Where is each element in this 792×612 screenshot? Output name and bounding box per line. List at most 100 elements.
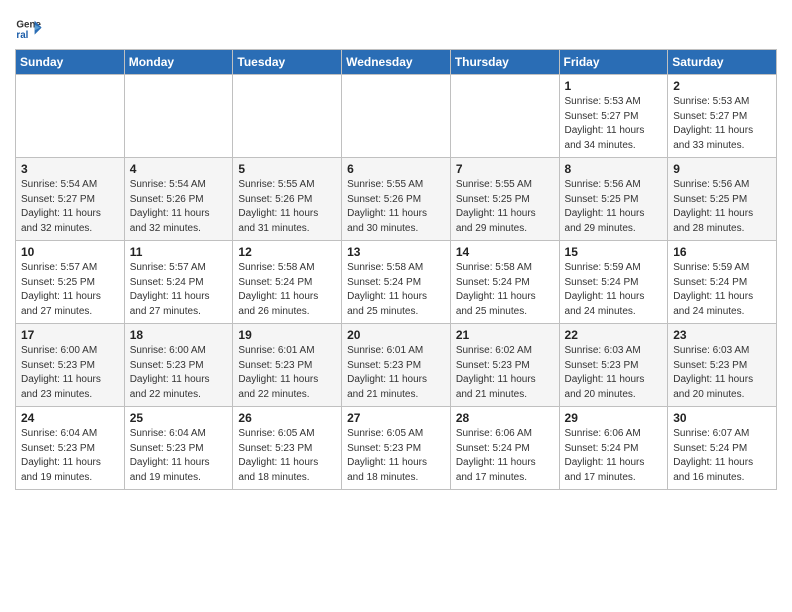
day-info: Sunrise: 5:59 AM Sunset: 5:24 PM Dayligh… (673, 261, 771, 319)
day-info: Sunrise: 6:02 AM Sunset: 5:23 PM Dayligh… (456, 344, 554, 402)
day-number: 27 (347, 411, 445, 425)
day-number: 7 (456, 162, 554, 176)
day-number: 24 (21, 411, 119, 425)
calendar-cell: 15 Sunrise: 5:59 AM Sunset: 5:24 PM Dayli… (559, 241, 668, 324)
day-number: 21 (456, 328, 554, 342)
day-header-tuesday: Tuesday (233, 50, 342, 75)
calendar-cell: 23 Sunrise: 6:03 AM Sunset: 5:23 PM Dayli… (668, 324, 777, 407)
day-info: Sunrise: 6:03 AM Sunset: 5:23 PM Dayligh… (673, 344, 771, 402)
calendar-cell: 20 Sunrise: 6:01 AM Sunset: 5:23 PM Dayli… (342, 324, 451, 407)
calendar-cell (342, 75, 451, 158)
calendar-cell: 5 Sunrise: 5:55 AM Sunset: 5:26 PM Daylig… (233, 158, 342, 241)
day-header-monday: Monday (124, 50, 233, 75)
day-info: Sunrise: 6:01 AM Sunset: 5:23 PM Dayligh… (238, 344, 336, 402)
day-info: Sunrise: 6:04 AM Sunset: 5:23 PM Dayligh… (130, 427, 228, 485)
calendar-cell: 22 Sunrise: 6:03 AM Sunset: 5:23 PM Dayli… (559, 324, 668, 407)
day-header-thursday: Thursday (450, 50, 559, 75)
calendar-cell (124, 75, 233, 158)
day-info: Sunrise: 6:01 AM Sunset: 5:23 PM Dayligh… (347, 344, 445, 402)
day-number: 19 (238, 328, 336, 342)
day-number: 25 (130, 411, 228, 425)
day-number: 13 (347, 245, 445, 259)
week-row-4: 17 Sunrise: 6:00 AM Sunset: 5:23 PM Dayli… (16, 324, 777, 407)
day-number: 16 (673, 245, 771, 259)
day-number: 5 (238, 162, 336, 176)
day-number: 22 (565, 328, 663, 342)
day-number: 14 (456, 245, 554, 259)
calendar-cell: 24Sunrise: 6:04 AM Sunset: 5:23 PM Dayli… (16, 407, 125, 490)
day-number: 4 (130, 162, 228, 176)
day-header-sunday: Sunday (16, 50, 125, 75)
day-info: Sunrise: 6:00 AM Sunset: 5:23 PM Dayligh… (21, 344, 119, 402)
day-number: 17 (21, 328, 119, 342)
svg-text:ral: ral (16, 30, 28, 41)
day-number: 26 (238, 411, 336, 425)
calendar-cell: 1 Sunrise: 5:53 AM Sunset: 5:27 PM Daylig… (559, 75, 668, 158)
logo: Gene ral (15, 15, 47, 43)
calendar-table: SundayMondayTuesdayWednesdayThursdayFrid… (15, 49, 777, 490)
day-number: 9 (673, 162, 771, 176)
day-number: 18 (130, 328, 228, 342)
day-info: Sunrise: 5:58 AM Sunset: 5:24 PM Dayligh… (347, 261, 445, 319)
day-info: Sunrise: 6:03 AM Sunset: 5:23 PM Dayligh… (565, 344, 663, 402)
logo-icon: Gene ral (15, 15, 43, 43)
day-info: Sunrise: 6:06 AM Sunset: 5:24 PM Dayligh… (456, 427, 554, 485)
calendar-cell: 26 Sunrise: 6:05 AM Sunset: 5:23 PM Dayli… (233, 407, 342, 490)
calendar-cell: 3 Sunrise: 5:54 AM Sunset: 5:27 PM Daylig… (16, 158, 125, 241)
day-number: 8 (565, 162, 663, 176)
calendar-cell: 13 Sunrise: 5:58 AM Sunset: 5:24 PM Dayli… (342, 241, 451, 324)
day-info: Sunrise: 6:07 AM Sunset: 5:24 PM Dayligh… (673, 427, 771, 485)
calendar-cell (16, 75, 125, 158)
day-info: Sunrise: 5:55 AM Sunset: 5:26 PM Dayligh… (238, 178, 336, 236)
calendar-cell: 18 Sunrise: 6:00 AM Sunset: 5:23 PM Dayli… (124, 324, 233, 407)
day-number: 10 (21, 245, 119, 259)
day-info: Sunrise: 5:54 AM Sunset: 5:27 PM Dayligh… (21, 178, 119, 236)
calendar-cell: 6 Sunrise: 5:55 AM Sunset: 5:26 PM Daylig… (342, 158, 451, 241)
day-info: Sunrise: 6:05 AM Sunset: 5:23 PM Dayligh… (347, 427, 445, 485)
day-info: Sunrise: 5:53 AM Sunset: 5:27 PM Dayligh… (565, 95, 663, 153)
calendar-cell: 8 Sunrise: 5:56 AM Sunset: 5:25 PM Daylig… (559, 158, 668, 241)
calendar-cell: 29 Sunrise: 6:06 AM Sunset: 5:24 PM Dayli… (559, 407, 668, 490)
day-number: 20 (347, 328, 445, 342)
day-number: 28 (456, 411, 554, 425)
page: Gene ral SundayMondayTuesdayWednesdayThu… (0, 0, 792, 500)
calendar-cell: 11Sunrise: 5:57 AM Sunset: 5:24 PM Dayli… (124, 241, 233, 324)
day-info: Sunrise: 5:54 AM Sunset: 5:26 PM Dayligh… (130, 178, 228, 236)
day-info: Sunrise: 6:00 AM Sunset: 5:23 PM Dayligh… (130, 344, 228, 402)
week-row-2: 3 Sunrise: 5:54 AM Sunset: 5:27 PM Daylig… (16, 158, 777, 241)
day-number: 12 (238, 245, 336, 259)
calendar-cell: 14Sunrise: 5:58 AM Sunset: 5:24 PM Dayli… (450, 241, 559, 324)
calendar-cell: 28 Sunrise: 6:06 AM Sunset: 5:24 PM Dayli… (450, 407, 559, 490)
calendar-cell: 16 Sunrise: 5:59 AM Sunset: 5:24 PM Dayli… (668, 241, 777, 324)
day-info: Sunrise: 5:59 AM Sunset: 5:24 PM Dayligh… (565, 261, 663, 319)
week-row-3: 10 Sunrise: 5:57 AM Sunset: 5:25 PM Dayli… (16, 241, 777, 324)
week-row-1: 1 Sunrise: 5:53 AM Sunset: 5:27 PM Daylig… (16, 75, 777, 158)
day-header-wednesday: Wednesday (342, 50, 451, 75)
calendar-cell: 25 Sunrise: 6:04 AM Sunset: 5:23 PM Dayli… (124, 407, 233, 490)
day-number: 1 (565, 79, 663, 93)
header: Gene ral (15, 10, 777, 43)
day-info: Sunrise: 5:55 AM Sunset: 5:25 PM Dayligh… (456, 178, 554, 236)
day-info: Sunrise: 5:53 AM Sunset: 5:27 PM Dayligh… (673, 95, 771, 153)
day-info: Sunrise: 5:56 AM Sunset: 5:25 PM Dayligh… (565, 178, 663, 236)
calendar-cell (450, 75, 559, 158)
day-info: Sunrise: 6:06 AM Sunset: 5:24 PM Dayligh… (565, 427, 663, 485)
day-info: Sunrise: 5:55 AM Sunset: 5:26 PM Dayligh… (347, 178, 445, 236)
day-number: 15 (565, 245, 663, 259)
day-info: Sunrise: 5:56 AM Sunset: 5:25 PM Dayligh… (673, 178, 771, 236)
day-info: Sunrise: 6:05 AM Sunset: 5:23 PM Dayligh… (238, 427, 336, 485)
day-number: 29 (565, 411, 663, 425)
calendar-cell: 2 Sunrise: 5:53 AM Sunset: 5:27 PM Daylig… (668, 75, 777, 158)
day-number: 2 (673, 79, 771, 93)
day-header-friday: Friday (559, 50, 668, 75)
day-number: 6 (347, 162, 445, 176)
calendar-cell: 27 Sunrise: 6:05 AM Sunset: 5:23 PM Dayli… (342, 407, 451, 490)
day-number: 3 (21, 162, 119, 176)
day-number: 23 (673, 328, 771, 342)
day-number: 30 (673, 411, 771, 425)
calendar-cell: 21 Sunrise: 6:02 AM Sunset: 5:23 PM Dayli… (450, 324, 559, 407)
calendar-cell: 17 Sunrise: 6:00 AM Sunset: 5:23 PM Dayli… (16, 324, 125, 407)
calendar-cell (233, 75, 342, 158)
day-header-saturday: Saturday (668, 50, 777, 75)
day-info: Sunrise: 5:57 AM Sunset: 5:25 PM Dayligh… (21, 261, 119, 319)
